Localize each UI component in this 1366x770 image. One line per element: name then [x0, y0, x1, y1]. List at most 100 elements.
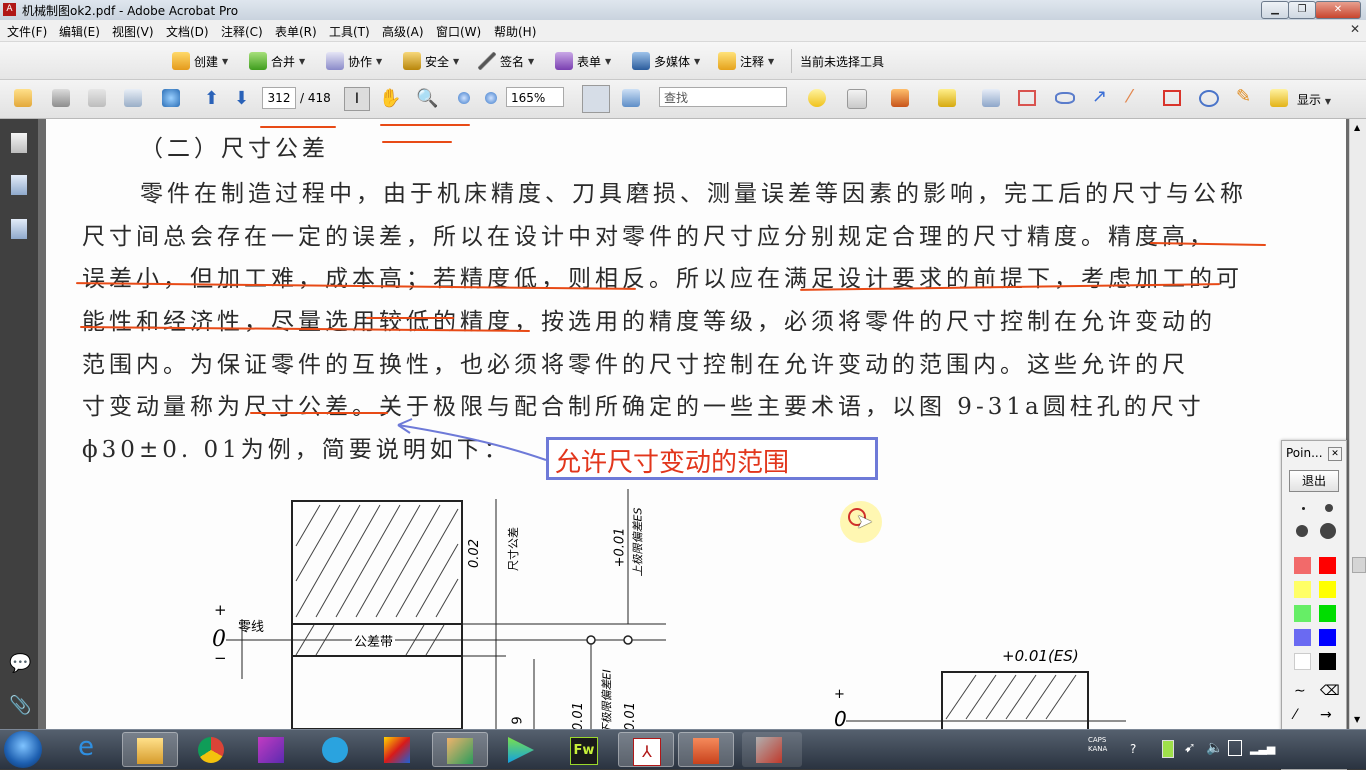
- menu-forms[interactable]: 表单(R): [275, 23, 317, 40]
- stamp-icon[interactable]: [891, 89, 909, 107]
- secure-button[interactable]: 安全 ▼: [403, 50, 459, 72]
- page-number-input[interactable]: 312: [262, 87, 296, 109]
- scroll-up-icon[interactable]: ▲: [1354, 123, 1360, 132]
- sticky-note-icon[interactable]: [808, 89, 826, 107]
- bookmarks-panel-icon[interactable]: [11, 175, 27, 195]
- select-tool-icon[interactable]: I: [344, 87, 370, 111]
- rectangle-tool-icon[interactable]: [1163, 90, 1181, 106]
- show-menu-button[interactable]: 显示 ▼: [1297, 91, 1331, 108]
- taskbar-chrome[interactable]: [184, 732, 240, 767]
- zoom-in-icon[interactable]: [485, 92, 497, 104]
- taskbar-app[interactable]: [244, 732, 300, 767]
- fit-width-icon[interactable]: [582, 85, 610, 113]
- start-button[interactable]: [4, 731, 42, 768]
- taskbar-presentation[interactable]: [678, 732, 734, 767]
- pointer-tray-icon[interactable]: ➹: [1184, 740, 1196, 756]
- vertical-scrollbar[interactable]: ▲ ▼: [1349, 119, 1366, 729]
- zoom-input[interactable]: 165%: [506, 87, 564, 107]
- pencil-tool-icon[interactable]: ✎: [1236, 86, 1251, 107]
- maximize-button[interactable]: ❐: [1288, 1, 1316, 19]
- volume-icon[interactable]: 🔈: [1206, 740, 1223, 756]
- signal-icon[interactable]: ▂▃▅: [1250, 742, 1275, 755]
- battery-icon[interactable]: [1162, 740, 1174, 758]
- exit-button[interactable]: 退出: [1289, 470, 1339, 492]
- text-annotation-box[interactable]: 允许尺寸变动的范围: [546, 437, 878, 480]
- pen-size-large-icon[interactable]: [1296, 525, 1308, 537]
- combine-button[interactable]: 合并 ▼: [249, 50, 305, 72]
- zoom-out-icon[interactable]: [458, 92, 470, 104]
- zoom-tool-icon[interactable]: 🔍: [416, 88, 438, 109]
- color-swatch-light-red[interactable]: [1294, 557, 1311, 574]
- arrow-tool-icon[interactable]: ↗: [1092, 86, 1107, 107]
- taskbar-media-player[interactable]: [494, 732, 550, 767]
- cloud-icon[interactable]: [1055, 92, 1075, 104]
- taskbar-pointer-app[interactable]: [742, 732, 802, 767]
- next-page-icon[interactable]: ⬇: [234, 88, 249, 109]
- previous-page-icon[interactable]: ⬆: [204, 88, 219, 109]
- menu-edit[interactable]: 编辑(E): [59, 23, 100, 40]
- minimize-button[interactable]: ▁: [1261, 1, 1289, 19]
- taskbar-ie[interactable]: e: [62, 732, 118, 767]
- line-tool-icon[interactable]: ⁄: [1128, 86, 1131, 107]
- taskbar-app3[interactable]: [432, 732, 488, 767]
- taskbar-fireworks[interactable]: Fw: [556, 732, 612, 767]
- email-icon[interactable]: [124, 89, 142, 107]
- menu-file[interactable]: 文件(F): [7, 23, 47, 40]
- print-icon[interactable]: [52, 89, 70, 107]
- highlight-icon[interactable]: [938, 89, 956, 107]
- textbox-icon[interactable]: [1018, 90, 1036, 106]
- help-icon[interactable]: ?: [1130, 742, 1136, 756]
- oval-tool-icon[interactable]: [1199, 90, 1219, 107]
- taskbar-acrobat[interactable]: ⅄: [618, 732, 674, 767]
- menu-help[interactable]: 帮助(H): [494, 23, 536, 40]
- color-swatch-light-blue[interactable]: [1294, 629, 1311, 646]
- comment-button[interactable]: 注释 ▼: [718, 50, 774, 72]
- color-swatch-black[interactable]: [1319, 653, 1336, 670]
- pages-panel-icon[interactable]: [11, 133, 27, 153]
- save-icon[interactable]: [88, 89, 106, 107]
- taskbar-explorer[interactable]: [122, 732, 178, 767]
- signatures-panel-icon[interactable]: [11, 219, 27, 239]
- menu-view[interactable]: 视图(V): [112, 23, 154, 40]
- attachments-panel-icon[interactable]: 📎: [9, 695, 31, 716]
- open-folder-icon[interactable]: [14, 89, 32, 107]
- forms-button[interactable]: 表单 ▼: [555, 50, 611, 72]
- close-document-icon[interactable]: ✕: [1350, 22, 1360, 36]
- menu-advanced[interactable]: 高级(A): [382, 23, 424, 40]
- comments-panel-icon[interactable]: 💬: [9, 653, 31, 674]
- menu-document[interactable]: 文档(D): [166, 23, 209, 40]
- arrow-tool-icon[interactable]: →: [1320, 707, 1332, 723]
- find-input[interactable]: 查找: [659, 87, 787, 107]
- color-swatch-light-green[interactable]: [1294, 605, 1311, 622]
- multimedia-button[interactable]: 多媒体 ▼: [632, 50, 700, 72]
- hand-tool-icon[interactable]: ✋: [379, 88, 401, 109]
- line-tool-icon[interactable]: ⁄: [1294, 707, 1296, 723]
- web-icon[interactable]: [162, 89, 180, 107]
- scroll-down-icon[interactable]: ▼: [1354, 715, 1360, 724]
- color-swatch-white[interactable]: [1294, 653, 1311, 670]
- pen-size-medium-icon[interactable]: [1325, 504, 1333, 512]
- callout-icon[interactable]: [982, 89, 1000, 107]
- taskbar-telegram[interactable]: [308, 732, 364, 767]
- eraser-tool-icon[interactable]: ⌫: [1320, 683, 1340, 699]
- color-swatch-yellow[interactable]: [1319, 581, 1336, 598]
- create-button[interactable]: 创建 ▼: [172, 50, 228, 72]
- network-icon[interactable]: [1228, 740, 1242, 756]
- scroll-thumb[interactable]: [1352, 557, 1366, 573]
- close-button[interactable]: ✕: [1315, 1, 1361, 19]
- color-swatch-green[interactable]: [1319, 605, 1336, 622]
- fit-page-icon[interactable]: [622, 89, 640, 107]
- palette-close-icon[interactable]: ✕: [1328, 447, 1342, 461]
- freehand-tool-icon[interactable]: ∼: [1294, 683, 1306, 699]
- sign-button[interactable]: 签名 ▼: [478, 50, 534, 72]
- collaborate-button[interactable]: 协作 ▼: [326, 50, 382, 72]
- color-swatch-blue[interactable]: [1319, 629, 1336, 646]
- color-swatch-light-yellow[interactable]: [1294, 581, 1311, 598]
- menu-comments[interactable]: 注释(C): [221, 23, 263, 40]
- pen-size-xlarge-icon[interactable]: [1320, 523, 1336, 539]
- menu-tools[interactable]: 工具(T): [329, 23, 370, 40]
- menu-window[interactable]: 窗口(W): [436, 23, 481, 40]
- text-edit-icon[interactable]: [847, 89, 867, 109]
- pdf-page[interactable]: （二）尺寸公差 零件在制造过程中，由于机床精度、刀具磨损、测量误差等因素的影响，…: [46, 119, 1346, 729]
- color-swatch-red[interactable]: [1319, 557, 1336, 574]
